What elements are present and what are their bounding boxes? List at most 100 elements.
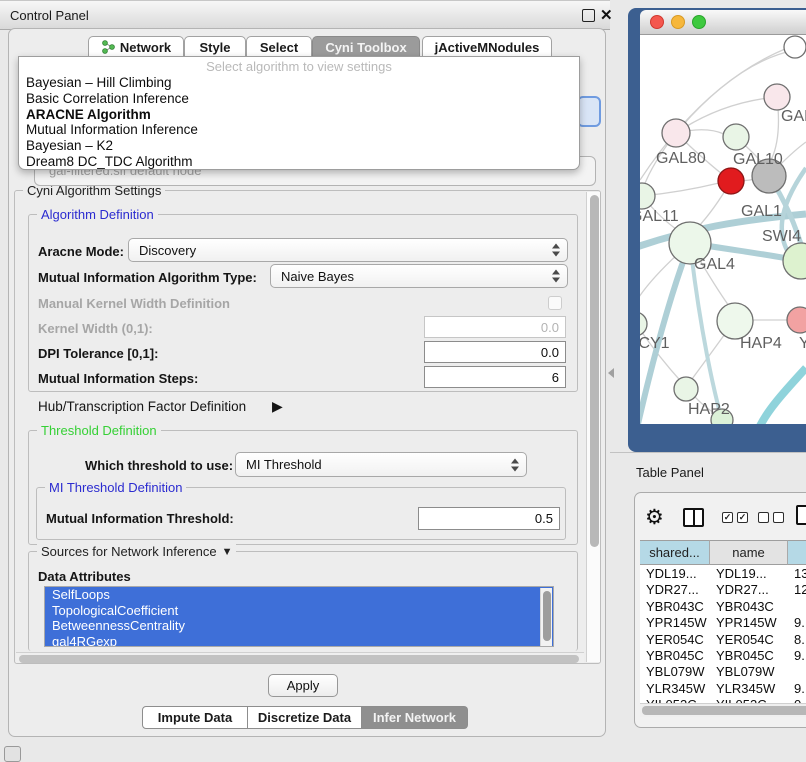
- algorithm-option[interactable]: Dream8 DC_TDC Algorithm: [19, 154, 579, 170]
- apply-button[interactable]: Apply: [268, 674, 338, 697]
- tab-style[interactable]: Style: [184, 36, 246, 58]
- attribute-item[interactable]: BetweennessCentrality: [45, 618, 553, 634]
- mi-steps-label: Mutual Information Steps:: [38, 371, 198, 386]
- node-label: Y: [799, 335, 806, 352]
- apply-button-label: Apply: [287, 678, 320, 693]
- column-header-name[interactable]: name: [710, 540, 788, 565]
- settings-horizontal-scrollbar[interactable]: [16, 652, 584, 663]
- node-gal10[interactable]: [723, 124, 749, 150]
- table-horizontal-scrollbar[interactable]: [640, 703, 806, 717]
- column-header-shared-name[interactable]: shared...: [640, 540, 710, 565]
- node-label: GCY1: [640, 335, 670, 352]
- gear-icon[interactable]: ⚙: [645, 505, 664, 530]
- network-canvas[interactable]: GAL GAL80 GAL10 GAL1 GAL11 SWI4 GAL4 GCY…: [640, 35, 806, 424]
- node-gal80[interactable]: [662, 119, 690, 147]
- table-row[interactable]: YIL052C YIL052C 0.: [640, 696, 806, 703]
- tab-jactivemnodules[interactable]: jActiveMNodules: [422, 36, 552, 58]
- algorithm-option[interactable]: Bayesian – Hill Climbing: [19, 75, 579, 91]
- aracne-mode-combo[interactable]: Discovery: [128, 238, 568, 262]
- table-row[interactable]: YER054C YER054C 8.: [640, 631, 806, 647]
- attribute-item[interactable]: gal4RGexp: [45, 634, 553, 648]
- kernel-width-value: 0.0: [541, 320, 559, 335]
- hub-section-label[interactable]: Hub/Transcription Factor Definition: [38, 399, 246, 414]
- cell-name: YPR145W: [716, 615, 777, 630]
- cell-name: YBR045C: [716, 648, 774, 663]
- tab-network-label: Network: [120, 40, 171, 55]
- inference-algorithm-combo-fragment[interactable]: [577, 96, 601, 127]
- deselect-all-icon[interactable]: [773, 512, 784, 523]
- mi-algorithm-type-combo[interactable]: Naive Bayes: [270, 264, 568, 288]
- cell-value: 9.: [794, 615, 805, 630]
- mi-steps-field[interactable]: 6: [424, 366, 566, 388]
- node-unlabeled[interactable]: [784, 36, 806, 58]
- network-tab-icon: [101, 40, 115, 54]
- table-row[interactable]: YPR145W YPR145W 9.: [640, 614, 806, 630]
- bottom-tab-impute-data[interactable]: Impute Data: [142, 706, 248, 729]
- export-table-icon[interactable]: [796, 505, 806, 525]
- which-threshold-combo[interactable]: MI Threshold: [235, 452, 527, 477]
- hub-collapse-arrow-icon[interactable]: ▶: [272, 398, 283, 415]
- deselect-all-icon[interactable]: [758, 512, 769, 523]
- settings-vertical-scrollbar[interactable]: [586, 192, 600, 662]
- select-all-icon[interactable]: ✓: [722, 512, 733, 523]
- close-traffic-icon[interactable]: [650, 15, 664, 29]
- close-icon[interactable]: ✕: [600, 6, 613, 24]
- mi-algorithm-type-value: Naive Bayes: [281, 269, 354, 284]
- network-window-titlebar[interactable]: [640, 10, 806, 35]
- data-attributes-list[interactable]: SelfLoops TopologicalCoefficient Between…: [44, 586, 554, 647]
- sources-group-title-wrap[interactable]: Sources for Network Inference ▼: [37, 544, 236, 559]
- attribute-item[interactable]: SelfLoops: [45, 587, 553, 603]
- node-gal-top[interactable]: [764, 84, 790, 110]
- algorithm-option-selected[interactable]: ARACNE Algorithm: [19, 107, 579, 123]
- node-gal1[interactable]: [718, 168, 744, 194]
- column-header-partial[interactable]: [788, 540, 806, 565]
- node-gal11[interactable]: [640, 183, 655, 209]
- split-view-icon[interactable]: [683, 508, 704, 527]
- algorithm-option[interactable]: Mutual Information Inference: [19, 122, 579, 138]
- node-y[interactable]: [787, 307, 806, 333]
- splitter-collapse-icon[interactable]: [608, 368, 614, 378]
- bottom-tab-discretize-data[interactable]: Discretize Data: [248, 706, 362, 729]
- float-window-icon[interactable]: [582, 9, 595, 22]
- table-row[interactable]: YBR045C YBR045C 9.: [640, 647, 806, 663]
- algorithm-dropdown-list[interactable]: Select algorithm to view settings Bayesi…: [18, 56, 580, 170]
- network-node-labels: GAL GAL80 GAL10 GAL1 GAL11 SWI4 GAL4 GCY…: [640, 108, 806, 418]
- minimize-traffic-icon[interactable]: [671, 15, 685, 29]
- mi-threshold-field[interactable]: 0.5: [418, 507, 560, 530]
- sources-group-title: Sources for Network Inference: [41, 544, 217, 559]
- cell-value: 12: [794, 582, 806, 597]
- tab-network[interactable]: Network: [88, 36, 184, 58]
- aracne-mode-label: Aracne Mode:: [38, 244, 124, 259]
- algorithm-dropdown-placeholder: Select algorithm to view settings: [19, 57, 579, 75]
- node-hap4[interactable]: [717, 303, 753, 339]
- node-gcy1[interactable]: [640, 312, 647, 336]
- attribute-list-scrollbar[interactable]: [540, 588, 552, 647]
- algorithm-option[interactable]: Basic Correlation Inference: [19, 91, 579, 107]
- bottom-tab-infer-network[interactable]: Infer Network: [362, 706, 468, 729]
- mi-threshold-value: 0.5: [535, 511, 553, 526]
- algorithm-option[interactable]: Bayesian – K2: [19, 138, 579, 154]
- tab-cyni-toolbox-label: Cyni Toolbox: [325, 40, 406, 55]
- attribute-item[interactable]: TopologicalCoefficient: [45, 603, 553, 619]
- node-label: GAL80: [656, 150, 706, 167]
- sources-expand-arrow-icon[interactable]: ▼: [222, 546, 233, 558]
- table-row[interactable]: YDR27... YDR27... 12: [640, 581, 806, 597]
- collapsed-panel-button[interactable]: [4, 746, 21, 762]
- node-label: GAL: [781, 108, 806, 125]
- manual-kernel-checkbox[interactable]: [548, 296, 562, 310]
- table-body: YDL19... YDL19... 13 YDR27... YDR27... 1…: [640, 565, 806, 703]
- tab-select[interactable]: Select: [246, 36, 312, 58]
- table-row[interactable]: YBR043C YBR043C: [640, 598, 806, 614]
- dpi-tolerance-field[interactable]: 0.0: [424, 341, 566, 363]
- zoom-traffic-icon[interactable]: [692, 15, 706, 29]
- control-panel-titlebar[interactable]: Control Panel ✕: [0, 0, 610, 30]
- select-all-icon[interactable]: ✓: [737, 512, 748, 523]
- kernel-width-label: Kernel Width (0,1):: [38, 321, 153, 336]
- table-row[interactable]: YLR345W YLR345W 9.: [640, 680, 806, 696]
- node-hap2[interactable]: [674, 377, 698, 401]
- tab-cyni-toolbox[interactable]: Cyni Toolbox: [312, 36, 420, 58]
- node-label: HAP2: [688, 401, 730, 418]
- table-row[interactable]: YBL079W YBL079W: [640, 663, 806, 679]
- cell-name: YBL079W: [716, 664, 775, 679]
- table-row[interactable]: YDL19... YDL19... 13: [640, 565, 806, 581]
